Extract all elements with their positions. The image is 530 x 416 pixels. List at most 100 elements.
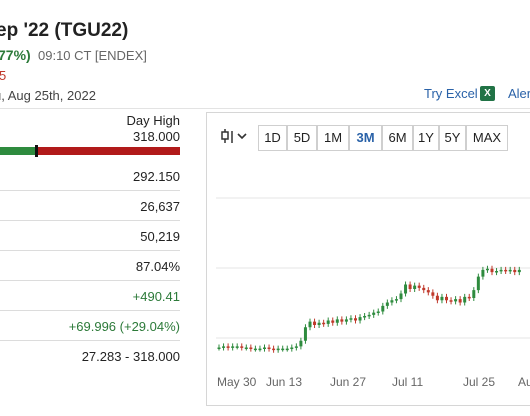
candle-body <box>217 347 221 349</box>
candle-body <box>385 302 389 306</box>
candle <box>317 319 321 328</box>
candle <box>322 319 326 327</box>
candle <box>263 344 266 352</box>
x-tick-label: Jun 13 <box>266 375 302 389</box>
candle-body <box>363 316 367 318</box>
candle <box>272 345 276 353</box>
candle <box>431 289 435 299</box>
candle <box>354 315 357 324</box>
stat-row: 87.04% <box>0 251 180 281</box>
candle <box>367 311 371 319</box>
candle-body <box>349 318 353 320</box>
chart-x-axis: May 30 Jun 13 Jun 27 Jul 11 Jul 25 Au <box>217 375 530 389</box>
quote-time: 09:10 CT [ENDEX] <box>38 48 147 63</box>
candle <box>454 296 458 305</box>
page-title: ep '22 (TGU22) <box>0 20 129 41</box>
candle <box>458 296 462 306</box>
candle-body <box>472 290 476 298</box>
candle-body <box>226 346 230 348</box>
candle-body <box>222 346 226 348</box>
x-tick-label: Jul 25 <box>463 375 495 389</box>
candle-body <box>308 321 312 328</box>
candle-body <box>481 269 485 277</box>
stat-value: 292.150 <box>133 169 180 184</box>
candle-body <box>463 296 467 303</box>
day-high-label: Day High <box>126 113 180 128</box>
candle-body <box>413 285 417 289</box>
candle <box>276 345 280 353</box>
price-change-fragment: 5 <box>0 68 7 83</box>
candle-body <box>317 322 321 325</box>
x-tick-label: Jul 11 <box>392 375 423 389</box>
candle-body <box>340 319 344 322</box>
candle-body <box>240 346 244 348</box>
candle <box>217 344 221 351</box>
candle <box>385 299 389 309</box>
candle-body <box>281 348 285 351</box>
candle <box>340 316 344 325</box>
candle <box>240 343 244 351</box>
candle-body <box>440 296 444 301</box>
candle-body <box>394 299 398 301</box>
candle-body <box>322 322 326 325</box>
candle <box>231 343 235 351</box>
candle-body <box>253 348 257 351</box>
stat-row: 27.283 - 318.000 <box>0 341 180 370</box>
alerts-link[interactable]: Aler <box>508 86 530 101</box>
candle-body <box>508 269 512 272</box>
candle-body <box>272 348 276 351</box>
candle <box>445 293 448 304</box>
candle <box>326 317 330 327</box>
candle-body <box>476 276 480 291</box>
try-excel-link[interactable]: Try Excel <box>424 86 478 101</box>
candle <box>404 281 408 297</box>
candle-body <box>390 300 394 303</box>
candle <box>417 282 421 291</box>
candle-body <box>458 299 462 303</box>
stat-value: 26,637 <box>140 199 180 214</box>
candle-body <box>285 348 289 351</box>
candle <box>303 324 307 344</box>
candle <box>335 316 339 326</box>
candle-body <box>299 340 303 347</box>
candle <box>495 268 499 276</box>
candle-body <box>231 346 235 348</box>
candle-body <box>517 269 521 273</box>
chart-candles <box>217 265 521 353</box>
excel-icon[interactable]: X <box>480 86 495 101</box>
candle <box>294 343 298 351</box>
stat-row: 292.150 <box>0 161 180 191</box>
candle-body <box>431 292 435 296</box>
candle-body <box>276 348 280 351</box>
candle-body <box>358 317 362 321</box>
candle <box>422 284 426 294</box>
candle-body <box>467 296 471 299</box>
stat-row: +490.41 <box>0 281 180 311</box>
candle-body <box>495 271 499 273</box>
candle-body <box>449 300 453 302</box>
candle-body <box>258 348 262 351</box>
candle-body <box>235 346 239 348</box>
candle-body <box>417 285 421 288</box>
candle <box>408 281 412 292</box>
header-divider <box>0 108 530 109</box>
quote-date: u, Aug 25th, 2022 <box>0 88 96 103</box>
candle <box>290 344 294 352</box>
x-tick-label: May 30 <box>217 375 257 389</box>
candle <box>331 317 335 326</box>
candle-body <box>267 347 271 349</box>
change-percent: 77%) <box>0 47 31 63</box>
candle <box>472 287 476 301</box>
stat-value: 50,219 <box>140 229 180 244</box>
candle <box>267 344 271 352</box>
price-chart[interactable]: May 30 Jun 13 Jun 27 Jul 11 Jul 25 Au <box>206 112 530 404</box>
stat-row: 50,219 <box>0 221 180 251</box>
candle <box>435 292 439 304</box>
candle-body <box>490 268 494 273</box>
stat-row: +69.996 (+29.04%) <box>0 311 180 341</box>
candle-body <box>408 284 412 289</box>
candle <box>253 345 257 352</box>
candle <box>476 273 480 294</box>
candle <box>381 302 385 315</box>
candle-body <box>249 347 253 349</box>
